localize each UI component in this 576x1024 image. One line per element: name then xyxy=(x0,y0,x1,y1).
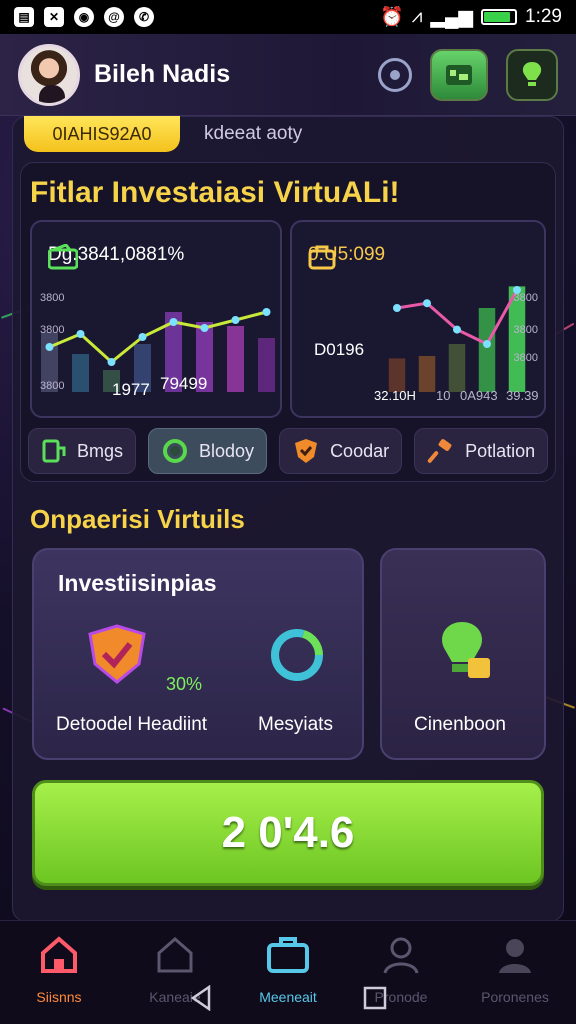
chart-series-line xyxy=(396,289,519,346)
chart-bar xyxy=(448,344,466,392)
chart-point xyxy=(200,324,209,332)
battery-icon xyxy=(481,9,518,25)
chart-point xyxy=(453,325,461,334)
tile-title: Investiisinpias xyxy=(58,570,217,596)
system-nav-keys xyxy=(0,972,576,1024)
investment-tile[interactable]: Investiisinpias 30% Detoodel Headiint Me… xyxy=(32,548,364,760)
clock: 1:29 xyxy=(525,6,562,27)
footer-label: 39.39 xyxy=(506,388,539,403)
avatar[interactable] xyxy=(18,43,80,106)
chip-potlation[interactable]: Potlation xyxy=(414,428,549,474)
home-icon xyxy=(41,936,77,973)
refresh-ring-icon xyxy=(271,629,323,681)
chart-bar xyxy=(388,358,406,392)
person-icon xyxy=(499,939,531,973)
house-outline-icon xyxy=(157,937,193,973)
y-tick: 3800 xyxy=(40,380,65,392)
status-bar: ▤ ✕ ◉ @ ✆ ⏰ ⩘ ▂▄▆ 1:29 xyxy=(0,0,576,34)
footer-label: 32.10H xyxy=(374,388,416,403)
shield-check-icon xyxy=(88,624,146,684)
section-title: Onpaerisi Virtuils xyxy=(30,504,245,534)
chart-app-icon: ▤ xyxy=(14,7,34,27)
chip-label: Potlation xyxy=(465,440,536,461)
chart-bar xyxy=(418,356,436,392)
y-tick: 3800 xyxy=(513,324,538,336)
lightbulb-icon xyxy=(442,622,490,678)
y-tick: 3800 xyxy=(40,324,65,336)
chart-point xyxy=(76,330,85,338)
messenger-icon: ◉ xyxy=(74,7,94,27)
chart-right[interactable]: 0:U5:099 3800 3800 3800 D0196 32.10H 10 … xyxy=(290,220,546,418)
wallet-icon xyxy=(42,439,66,463)
dashboard-button[interactable] xyxy=(430,48,488,101)
chart-point xyxy=(107,358,116,366)
wallet-icon xyxy=(48,244,78,270)
map-icon xyxy=(446,64,472,85)
chart-left[interactable]: Dg.3841,0881% 3800 3800 3800 1977 79499 xyxy=(30,220,282,418)
back-icon[interactable] xyxy=(189,985,213,1011)
y-tick: 3800 xyxy=(513,352,538,364)
user-name: Bileh Nadis xyxy=(94,60,231,88)
chip-label: Blodoy xyxy=(199,440,255,461)
idea-button[interactable] xyxy=(506,48,558,101)
hammer-icon xyxy=(427,439,452,463)
chart-point xyxy=(45,343,54,351)
idea-tile[interactable]: Cinenboon xyxy=(380,548,546,760)
briefcase-icon xyxy=(267,937,309,973)
footer-label: 0A943 xyxy=(460,388,498,403)
refresh-icon xyxy=(163,439,188,463)
chart-point xyxy=(483,340,491,348)
chart-point xyxy=(138,333,147,341)
footer-label: 10 xyxy=(436,388,451,403)
app-header: Bileh Nadis xyxy=(0,34,576,116)
settings-ring-button[interactable] xyxy=(378,57,412,92)
tab-other[interactable]: kdeeat aoty xyxy=(204,123,302,145)
chart-point xyxy=(423,299,431,308)
chart-bar xyxy=(478,308,496,392)
page-title: Fitlar Investaiasi VirtuALi! xyxy=(30,176,400,209)
whatsapp-icon: ✆ xyxy=(134,7,154,27)
chip-label: Coodar xyxy=(330,440,390,461)
chart-point xyxy=(231,316,240,324)
chart-point xyxy=(169,318,178,326)
briefcase-icon xyxy=(308,245,336,270)
y-tick: 3800 xyxy=(513,292,538,304)
tile-percent: 30% xyxy=(166,674,203,694)
idea-tile-label: Cinenboon xyxy=(414,714,506,735)
recents-icon[interactable] xyxy=(363,986,387,1010)
person-outline-icon xyxy=(383,937,419,974)
chart-point xyxy=(393,304,401,312)
tile-label-left: Detoodel Headiint xyxy=(56,714,208,735)
chip-coodar[interactable]: Coodar xyxy=(279,428,403,474)
signal-icon: ▂▄▆ xyxy=(430,6,474,28)
chart-bar xyxy=(226,326,245,392)
chip-bmgs[interactable]: Bmgs xyxy=(28,428,137,474)
tile-label-right: Mesyiats xyxy=(258,714,333,735)
chart-left-label-b: 79499 xyxy=(160,374,208,393)
chart-point xyxy=(262,308,271,316)
alarm-icon: ⏰ xyxy=(379,7,404,28)
flag-app-icon: ✕ xyxy=(44,7,64,27)
filter-chips: Bmgs Blodoy Coodar Potlation xyxy=(28,428,549,474)
chip-blodoy[interactable]: Blodoy xyxy=(148,428,268,474)
chip-label: Bmgs xyxy=(77,440,124,461)
y-tick: 3800 xyxy=(40,292,65,304)
tab-active[interactable]: 0IAHIS92A0 xyxy=(24,116,180,152)
lightbulb-icon xyxy=(522,61,542,86)
chart-right-mid-label: D0196 xyxy=(314,340,365,359)
shield-icon xyxy=(295,439,318,463)
at-icon: @ xyxy=(104,7,124,27)
chart-left-label-a: 1977 xyxy=(112,380,150,399)
wifi-icon: ⩘ xyxy=(411,6,423,27)
chart-bar xyxy=(71,354,90,392)
chart-bar xyxy=(257,338,276,392)
primary-value-button[interactable]: 2 0'4.6 xyxy=(32,780,544,886)
top-tabs: 0IAHIS92A0 kdeeat aoty xyxy=(24,116,302,152)
